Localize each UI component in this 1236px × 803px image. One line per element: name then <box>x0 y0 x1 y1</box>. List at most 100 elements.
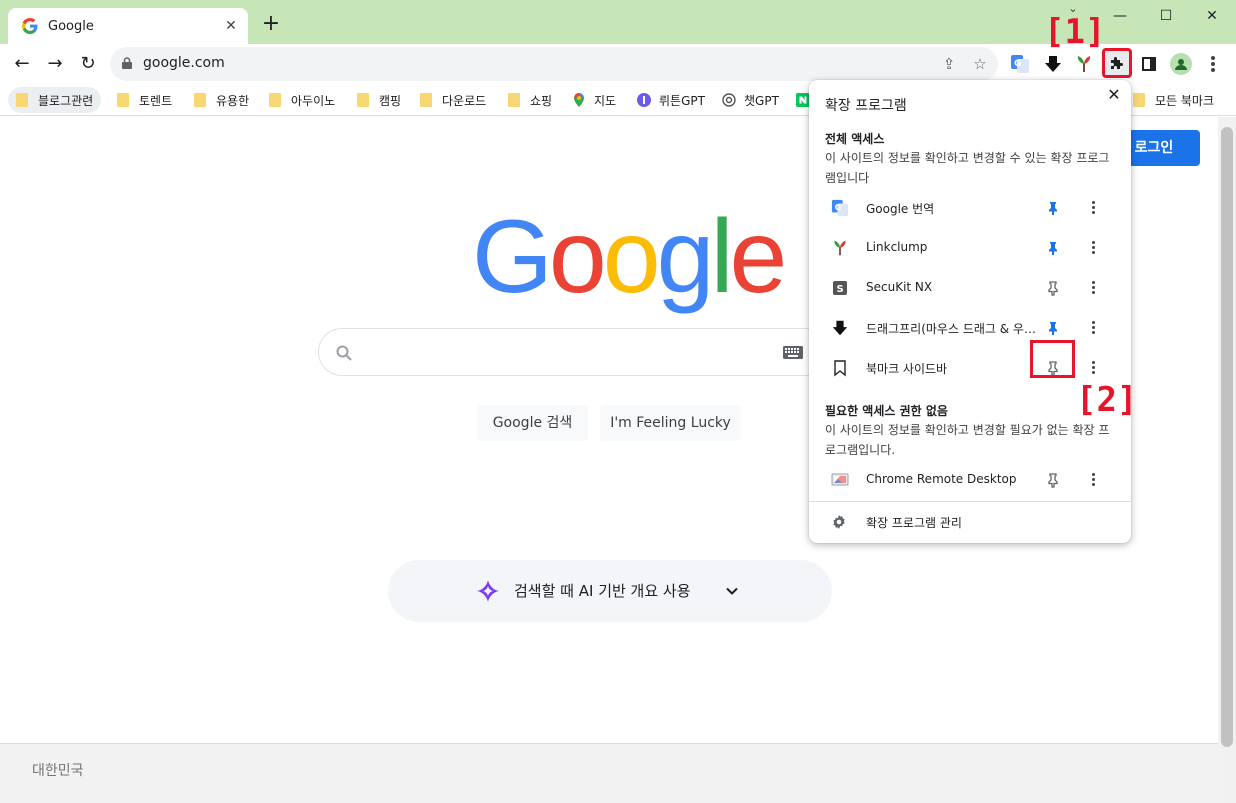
pinned-icon[interactable] <box>1045 320 1061 336</box>
back-button[interactable]: ← <box>10 52 34 76</box>
extension-row-google-translate[interactable]: G Google 번역 <box>809 188 1131 228</box>
minimize-button[interactable]: — <box>1100 6 1140 26</box>
side-panel-icon[interactable] <box>1142 57 1156 71</box>
full-access-heading: 전체 액세스 <box>825 132 885 146</box>
footer-country: 대한민국 <box>32 763 84 779</box>
bookmark-all-bookmarks[interactable]: 모든 북마크 <box>1133 87 1214 113</box>
google-translate-icon[interactable]: G <box>1010 54 1030 74</box>
folder-icon <box>1133 93 1145 107</box>
feeling-lucky-button[interactable]: I'm Feeling Lucky <box>600 405 741 441</box>
bookmark-folder-useful[interactable]: 유용한 <box>194 87 249 113</box>
google-search-button[interactable]: Google 검색 <box>477 405 588 441</box>
unpinned-icon[interactable] <box>1045 360 1061 376</box>
remote-desktop-icon <box>831 473 849 486</box>
bookmark-folder-shopping[interactable]: 쇼핑 <box>508 87 552 113</box>
bookmark-wrtn[interactable]: 뤼튼GPT <box>637 87 705 113</box>
folder-icon <box>357 93 369 107</box>
tab-title: Google <box>48 18 94 34</box>
new-tab-button[interactable]: + <box>260 13 282 35</box>
bookmark-maps[interactable]: 지도 <box>572 87 616 113</box>
extension-name: Chrome Remote Desktop <box>866 472 1017 486</box>
wrtn-icon <box>637 93 651 107</box>
folder-icon <box>508 93 520 107</box>
extension-more-icon[interactable] <box>1092 472 1096 488</box>
extension-more-icon[interactable] <box>1092 200 1096 216</box>
keyboard-icon[interactable] <box>783 346 803 359</box>
popup-title: 확장 프로그램 <box>825 98 907 114</box>
bookmark-chatgpt[interactable]: 챗GPT <box>722 87 779 113</box>
reload-button[interactable]: ↻ <box>76 52 100 76</box>
unpinned-icon[interactable] <box>1045 280 1061 296</box>
url-text[interactable]: google.com <box>143 55 225 71</box>
forward-button[interactable]: → <box>43 52 67 76</box>
tab-google[interactable]: Google ✕ <box>8 8 248 44</box>
logo-letter: o <box>548 199 607 315</box>
extension-row-secukit[interactable]: S SecuKit NX <box>809 268 1131 308</box>
no-access-description: 이 사이트의 정보를 확인하고 변경할 필요가 없는 확장 프로그램입니다. <box>825 423 1110 457</box>
folder-icon <box>420 93 432 107</box>
popup-close-icon[interactable]: ✕ <box>1104 85 1124 105</box>
bookmark-label: 토렌트 <box>139 93 173 108</box>
extension-row-remote-desktop[interactable]: Chrome Remote Desktop <box>809 460 1131 500</box>
browser-menu-icon[interactable] <box>1211 56 1215 72</box>
logo-letter: G <box>472 199 553 315</box>
bookmark-label: 모든 북마크 <box>1155 93 1215 108</box>
bookmark-star-icon[interactable]: ☆ <box>971 55 989 73</box>
address-bar[interactable]: google.com ⇪ ☆ <box>110 47 998 81</box>
bookmark-label: 유용한 <box>216 93 250 108</box>
ai-sparkle-icon <box>477 580 499 602</box>
extension-row-linkclump[interactable]: Linkclump <box>809 228 1131 268</box>
extensions-puzzle-button[interactable] <box>1102 48 1132 78</box>
linkclump-icon[interactable] <box>1074 54 1094 74</box>
profile-avatar[interactable] <box>1170 53 1192 75</box>
maps-icon <box>574 93 584 107</box>
maximize-button[interactable]: ☐ <box>1146 6 1186 26</box>
search-icon <box>336 345 352 361</box>
unpinned-icon[interactable] <box>1045 472 1061 488</box>
bookmark-folder-blog[interactable]: 블로그관련 <box>8 87 102 113</box>
bookmark-label: 블로그관련 <box>38 93 94 108</box>
naver-icon <box>796 93 810 107</box>
dragfree-icon[interactable] <box>1043 54 1063 74</box>
logo-letter: e <box>729 199 788 315</box>
bookmark-folder-camping[interactable]: 캠핑 <box>357 87 401 113</box>
tab-close-icon[interactable]: ✕ <box>222 17 240 35</box>
extension-row-dragfree[interactable]: 드래그프리(마우스 드래그 & 우클릭 해제) <box>809 308 1131 348</box>
chevron-down-icon <box>726 587 738 595</box>
scroll-thumb[interactable] <box>1221 127 1233 747</box>
bookmark-label: 캠핑 <box>379 93 402 108</box>
extension-name: Google 번역 <box>866 202 935 216</box>
logo-letter: o <box>602 199 661 315</box>
share-icon[interactable]: ⇪ <box>940 55 958 73</box>
ai-overview-label: 검색할 때 AI 기반 개요 사용 <box>514 582 691 600</box>
bookmark-folder-arduino[interactable]: 아두이노 <box>269 87 335 113</box>
dragfree-icon <box>832 320 848 336</box>
google-favicon-icon <box>22 18 38 34</box>
extension-more-icon[interactable] <box>1092 240 1096 256</box>
folder-icon <box>117 93 129 107</box>
annotation-label-1: [1] <box>1044 12 1106 52</box>
folder-icon <box>194 93 206 107</box>
puzzle-icon <box>1111 57 1123 69</box>
extension-more-icon[interactable] <box>1092 280 1096 296</box>
bookmark-label: 쇼핑 <box>530 93 553 108</box>
footer: 대한민국 <box>0 743 1218 803</box>
ai-overview-toggle[interactable]: 검색할 때 AI 기반 개요 사용 <box>388 560 832 622</box>
bookmark-label: 지도 <box>594 93 617 108</box>
pinned-icon[interactable] <box>1045 200 1061 216</box>
svg-text:G: G <box>835 202 842 212</box>
page-scrollbar[interactable] <box>1218 117 1236 803</box>
bookmark-folder-torrent[interactable]: 토렌트 <box>117 87 172 113</box>
extension-more-icon[interactable] <box>1092 320 1096 336</box>
bookmark-folder-download[interactable]: 다운로드 <box>420 87 486 113</box>
logo-letter: l <box>710 199 733 315</box>
close-window-button[interactable]: ✕ <box>1192 6 1232 26</box>
extension-more-icon[interactable] <box>1092 360 1096 376</box>
popup-divider <box>809 501 1131 502</box>
bookmark-label: 아두이노 <box>291 93 336 108</box>
extension-name: 북마크 사이드바 <box>866 362 948 376</box>
pinned-icon[interactable] <box>1045 240 1061 256</box>
manage-extensions-button[interactable]: 확장 프로그램 관리 <box>809 504 1131 540</box>
bookmark-icon <box>834 360 846 377</box>
bookmark-label: 챗GPT <box>744 93 779 108</box>
